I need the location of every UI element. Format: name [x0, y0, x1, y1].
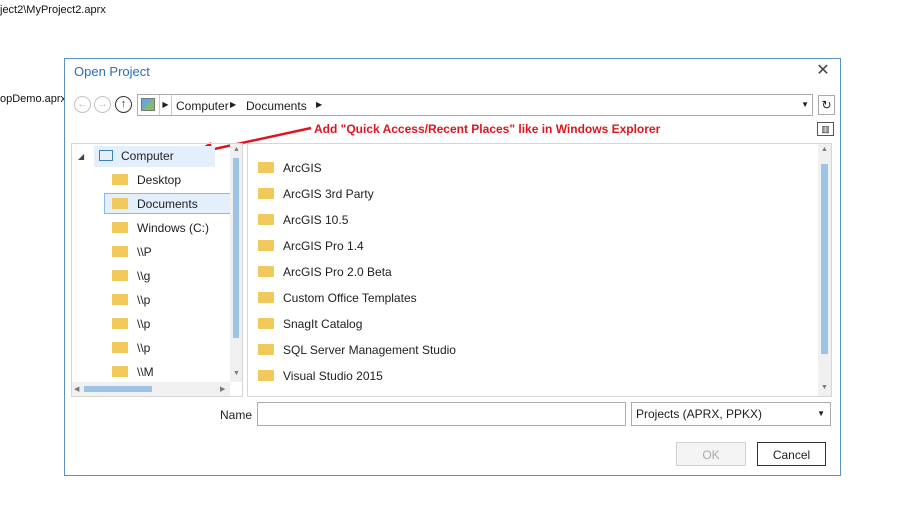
list-item-label: SnagIt Catalog [283, 317, 363, 331]
breadcrumb-arrow-icon[interactable]: ▶ [316, 100, 322, 109]
computer-icon [99, 150, 113, 162]
folder-icon [112, 222, 128, 234]
address-root-arrow-icon[interactable]: ▶ [159, 95, 172, 115]
list-item-label: ArcGIS 3rd Party [283, 187, 374, 201]
tree-item-label: \\p [137, 317, 151, 331]
tree-item-label: Documents [137, 197, 198, 211]
folder-icon [112, 270, 128, 282]
address-bar[interactable]: ▶ Computer ▶ Documents ▶ ▼ [137, 94, 813, 116]
tree-item-label: \\P [137, 245, 152, 259]
tree-item-label: Windows (C:) [137, 221, 210, 235]
annotation-text: Add "Quick Access/Recent Places" like in… [314, 122, 661, 136]
list-item[interactable]: SQL Server Management Studio [258, 338, 456, 362]
navigation-tree: ◢ Computer Desktop Documents Windows (C:… [71, 143, 243, 397]
list-vertical-scrollbar[interactable]: ▲ ▼ [818, 144, 831, 396]
scroll-up-arrow-icon[interactable]: ▲ [233, 146, 240, 153]
list-scroll-thumb[interactable] [821, 164, 828, 354]
folder-icon [258, 214, 274, 226]
tree-item-network-2[interactable]: \\g [112, 266, 150, 287]
list-item[interactable]: ArcGIS [258, 156, 322, 180]
folder-icon [258, 162, 274, 174]
folder-icon [112, 246, 128, 258]
tree-item-label: \\p [137, 341, 151, 355]
folder-icon [258, 188, 274, 200]
list-item[interactable]: ArcGIS Pro 2.0 Beta [258, 260, 392, 284]
list-item[interactable]: Visual Studio 2015 [258, 364, 383, 388]
folder-icon [258, 240, 274, 252]
scroll-up-arrow-icon[interactable]: ▲ [821, 146, 828, 153]
tree-item-network-1[interactable]: \\P [112, 242, 152, 263]
back-arrow-icon[interactable]: ← [74, 96, 91, 113]
tree-item-label: \\M [137, 365, 154, 379]
list-item[interactable]: SnagIt Catalog [258, 312, 362, 336]
breadcrumb-documents[interactable]: Documents [246, 99, 307, 113]
tree-item-label: Computer [121, 149, 174, 163]
scroll-down-arrow-icon[interactable]: ▼ [821, 384, 828, 391]
folder-icon [112, 366, 128, 378]
folder-icon [258, 292, 274, 304]
folder-icon [112, 342, 128, 354]
list-item[interactable]: ArcGIS 3rd Party [258, 182, 374, 206]
list-item-label: Custom Office Templates [283, 291, 417, 305]
folder-icon [258, 266, 274, 278]
breadcrumb-arrow-icon[interactable]: ▶ [230, 100, 236, 109]
scroll-down-arrow-icon[interactable]: ▼ [233, 370, 240, 377]
tree-item-computer[interactable]: ◢ Computer [78, 146, 215, 167]
tree-vertical-scrollbar[interactable]: ▲ ▼ [230, 144, 242, 382]
tree-item-label: \\g [137, 269, 151, 283]
folder-icon [112, 294, 128, 306]
tree-item-documents[interactable]: Documents [104, 193, 231, 214]
list-item-label: ArcGIS Pro 2.0 Beta [283, 265, 392, 279]
list-item-label: ArcGIS [283, 161, 322, 175]
breadcrumb-computer[interactable]: Computer [176, 99, 229, 113]
ok-button[interactable]: OK [676, 442, 746, 466]
up-arrow-icon[interactable]: ↑ [115, 96, 132, 113]
refresh-icon[interactable]: ↻ [818, 95, 835, 115]
scroll-left-arrow-icon[interactable]: ◀ [74, 385, 79, 393]
name-input[interactable] [257, 402, 626, 426]
tree-item-network-5[interactable]: \\p [112, 338, 150, 359]
tree-item-network-3[interactable]: \\p [112, 290, 150, 311]
open-project-dialog: Open Project ✕ ← → ↑ ▶ Computer ▶ Docume… [64, 58, 841, 476]
address-dropdown-icon[interactable]: ▼ [801, 100, 809, 109]
filetype-value: Projects (APRX, PPKX) [636, 407, 763, 421]
tree-item-desktop[interactable]: Desktop [112, 170, 181, 191]
tree-item-label: Desktop [137, 173, 182, 187]
filetype-select[interactable]: Projects (APRX, PPKX) ▼ [631, 402, 831, 426]
forward-arrow-icon[interactable]: → [94, 96, 111, 113]
tree-item-network-4[interactable]: \\p [112, 314, 150, 335]
tree-horizontal-scrollbar[interactable]: ◀ ▶ [72, 382, 230, 396]
folder-icon [258, 344, 274, 356]
folder-icon [112, 198, 128, 210]
list-item-label: SQL Server Management Studio [283, 343, 456, 357]
tree-scroll-thumb[interactable] [233, 158, 239, 338]
background-path-1: ject2\MyProject2.aprx [0, 4, 106, 16]
list-item[interactable]: ArcGIS 10.5 [258, 208, 348, 232]
expand-arrow-icon[interactable]: ◢ [78, 146, 84, 167]
list-item[interactable]: ArcGIS Pro 1.4 [258, 234, 364, 258]
list-item-label: Visual Studio 2015 [283, 369, 383, 383]
chevron-down-icon[interactable]: ▼ [817, 403, 825, 425]
folder-icon [112, 318, 128, 330]
tree-hscroll-thumb[interactable] [84, 386, 152, 392]
scroll-right-arrow-icon[interactable]: ▶ [220, 385, 225, 393]
list-item[interactable]: Custom Office Templates [258, 286, 417, 310]
list-item-label: ArcGIS 10.5 [283, 213, 349, 227]
location-icon [141, 98, 155, 111]
file-list: ArcGIS ArcGIS 3rd Party ArcGIS 10.5 ArcG… [247, 143, 832, 397]
folder-icon [112, 174, 128, 186]
list-item-label: ArcGIS Pro 1.4 [283, 239, 364, 253]
folder-icon [258, 318, 274, 330]
tree-item-network-6[interactable]: \\M [112, 362, 154, 383]
background-path-2: opDemo.aprx [0, 93, 67, 105]
tree-item-label: \\p [137, 293, 151, 307]
folder-icon [258, 370, 274, 382]
dialog-title: Open Project [74, 64, 150, 79]
view-options-icon[interactable]: ▥ [817, 122, 834, 136]
close-icon[interactable]: ✕ [814, 62, 832, 80]
cancel-button[interactable]: Cancel [757, 442, 826, 466]
tree-item-windows-c[interactable]: Windows (C:) [112, 218, 209, 239]
name-label: Name [220, 408, 253, 422]
